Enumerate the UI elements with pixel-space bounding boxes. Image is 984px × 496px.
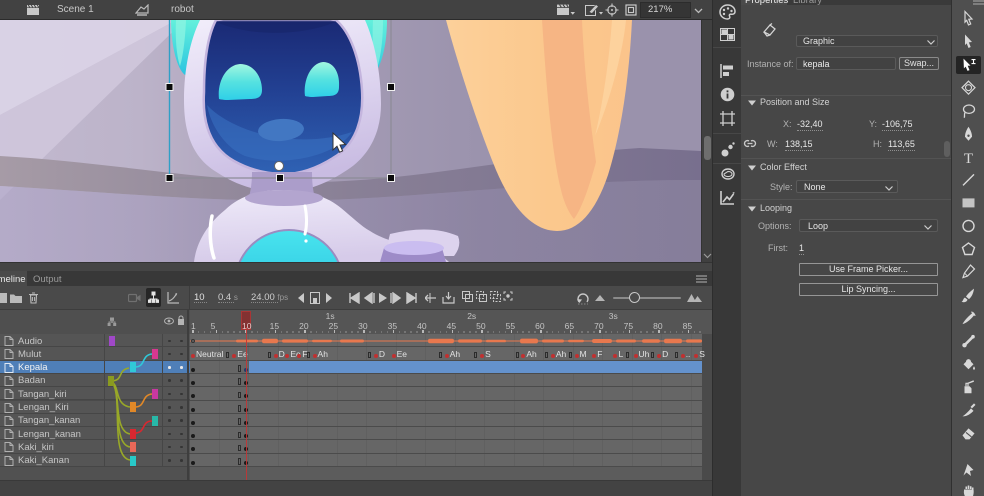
svg-text:T: T <box>964 151 973 167</box>
